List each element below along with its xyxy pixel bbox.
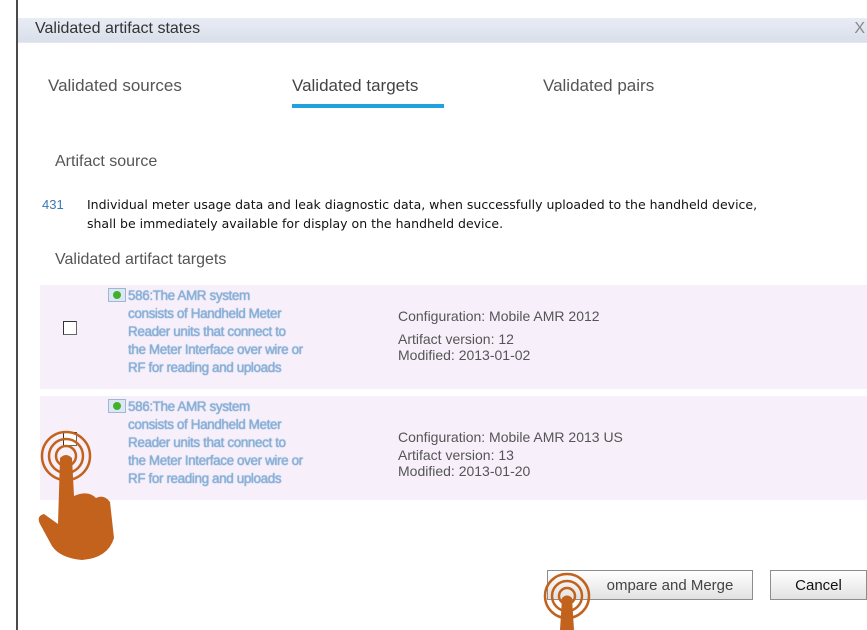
tab-validated-sources[interactable]: Validated sources [48, 76, 182, 96]
tab-validated-targets[interactable]: Validated targets [292, 76, 418, 96]
tab-validated-pairs[interactable]: Validated pairs [543, 76, 654, 96]
target-checkbox[interactable] [63, 321, 77, 335]
target-row: 586:The AMR system consists of Handheld … [40, 396, 867, 500]
target-modified-date: Modified: 2013-01-02 [398, 347, 531, 363]
target-row: 586:The AMR system consists of Handheld … [40, 285, 867, 389]
validated-artifact-states-dialog: Validated artifact states X Validated so… [16, 0, 867, 630]
target-modified-date: Modified: 2013-01-20 [398, 463, 531, 479]
link-line: Reader units that connect to [128, 324, 286, 339]
pointer-hand-icon [38, 430, 114, 560]
link-line: Reader units that connect to [128, 435, 286, 450]
target-configuration: Configuration: Mobile AMR 2013 US [398, 429, 623, 445]
artifact-source-heading: Artifact source [55, 153, 158, 170]
dialog-title: Validated artifact states [35, 20, 201, 37]
link-line: RF for reading and uploads [128, 471, 282, 486]
source-text-line-2: shall be immediately available for displ… [87, 216, 504, 231]
cancel-button[interactable]: Cancel [770, 570, 867, 600]
target-artifact-link[interactable]: 586:The AMR system consists of Handheld … [108, 398, 348, 488]
close-icon[interactable]: X [854, 20, 865, 38]
pointer-hand-icon [543, 572, 591, 630]
target-configuration: Configuration: Mobile AMR 2012 [398, 308, 600, 324]
source-artifact-text: Individual meter usage data and leak dia… [87, 195, 867, 233]
source-text-line-1: Individual meter usage data and leak dia… [87, 197, 758, 212]
validated-targets-heading: Validated artifact targets [55, 251, 227, 268]
active-tab-indicator [292, 104, 444, 108]
cancel-label: Cancel [795, 576, 842, 594]
link-line: RF for reading and uploads [128, 360, 282, 375]
link-line: consists of Handheld Meter [128, 417, 282, 432]
link-line: the Meter Interface over wire or [128, 453, 303, 468]
target-artifact-link[interactable]: 586:The AMR system consists of Handheld … [108, 287, 348, 377]
link-line: 586:The AMR system [128, 288, 250, 303]
link-line: 586:The AMR system [128, 399, 250, 414]
dialog-titlebar: Validated artifact states X [18, 0, 867, 43]
source-artifact-id-link[interactable]: 431 [42, 197, 64, 212]
link-line: the Meter Interface over wire or [128, 342, 303, 357]
target-artifact-version: Artifact version: 13 [398, 447, 514, 463]
link-line: consists of Handheld Meter [128, 306, 282, 321]
target-artifact-version: Artifact version: 12 [398, 331, 514, 347]
